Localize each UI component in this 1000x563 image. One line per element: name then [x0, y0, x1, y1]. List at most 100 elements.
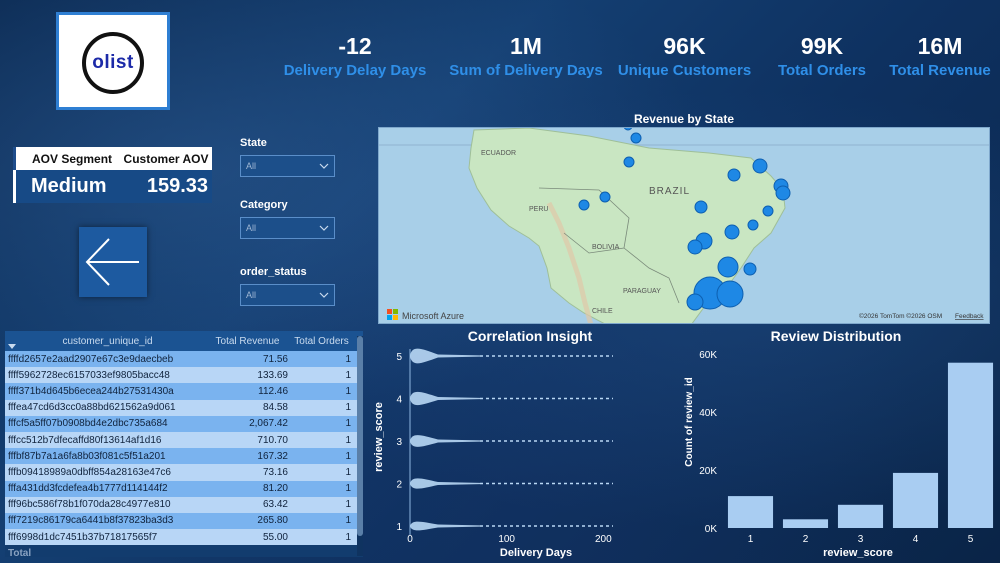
kpi-sum-delivery-days: 1M Sum of Delivery Days [442, 32, 610, 82]
cell-total-orders: 1 [345, 531, 351, 543]
table-row[interactable]: fffcc512b7dfecaffd80f13614af1d16 710.70 1 [5, 431, 363, 449]
table-row[interactable]: fff7219c86179ca6441b8f37823ba3d3 265.80 1 [5, 512, 363, 530]
kpi-delivery-delay: -12 Delivery Delay Days [276, 32, 434, 82]
total-label: Total [8, 547, 32, 557]
scrollbar-thumb[interactable] [357, 336, 363, 536]
cell-customer-id: fffbf87b7a1a6fa8b03f081c5f51a201 [8, 450, 166, 462]
kpi-value: 99K [800, 33, 844, 59]
violin-y-tick: 3 [396, 437, 402, 448]
kpi-unique-customers: 96K Unique Customers [612, 32, 757, 82]
col-total-orders[interactable]: Total Orders [292, 336, 356, 347]
state-revenue-bubble[interactable] [623, 156, 635, 168]
table-row[interactable]: fffcf5a5ff07b0908bd4e2dbc735a684 2,067.42… [5, 415, 363, 432]
col-total-revenue[interactable]: Total Revenue [207, 336, 292, 347]
filter-label: State [240, 137, 267, 149]
state-revenue-bubble[interactable] [716, 280, 744, 308]
kpi-total-revenue: 16M Total Revenue [882, 32, 998, 82]
col-customer-id[interactable]: customer_unique_id [5, 336, 207, 347]
bar[interactable] [782, 519, 829, 528]
state-revenue-bubble[interactable] [752, 158, 768, 174]
bar-y-tick: 0K [705, 524, 718, 535]
aov-card: AOV Segment Customer AOV Medium 159.33 [13, 147, 212, 205]
cell-total-orders: 1 [345, 353, 351, 365]
cell-total-orders: 1 [345, 483, 351, 495]
state-revenue-bubble[interactable] [630, 132, 642, 144]
table-row[interactable]: fffea47cd6d3cc0a88bd621562a9d061 84.58 1 [5, 399, 363, 416]
map-brand: Microsoft Azure [402, 311, 464, 321]
bar[interactable] [947, 362, 994, 528]
table-row[interactable]: fffb09418989a0dbff854a28163e47c6 73.16 1 [5, 464, 363, 481]
state-revenue-bubble[interactable] [747, 219, 759, 231]
violin-shape[interactable] [410, 348, 480, 364]
table-header: customer_unique_id Total Revenue Total O… [5, 331, 363, 351]
bar-chart-title: Review Distribution [770, 328, 902, 344]
bar-ylabel: Count of review_id [684, 377, 695, 466]
cell-total-revenue: 84.58 [262, 402, 288, 414]
select-value: All [246, 161, 257, 171]
violin-x-tick: 200 [595, 534, 612, 545]
cell-total-revenue: 710.70 [257, 434, 288, 446]
cell-customer-id: fffea47cd6d3cc0a88bd621562a9d061 [8, 402, 176, 414]
violin-shape[interactable] [410, 478, 480, 489]
kpi-value: 16M [917, 33, 963, 59]
state-revenue-bubble[interactable] [717, 256, 739, 278]
bar-y-tick: 60K [699, 350, 717, 361]
cell-total-orders: 1 [345, 369, 351, 381]
bar-x-tick: 5 [968, 534, 974, 545]
state-revenue-bubble[interactable] [727, 168, 741, 182]
state-revenue-bubble[interactable] [687, 239, 703, 255]
violin-shape[interactable] [410, 521, 480, 531]
customer-aov-header: Customer AOV [123, 151, 209, 166]
bar[interactable] [837, 504, 884, 528]
state-revenue-bubble[interactable] [762, 205, 774, 217]
violin-x-tick: 100 [498, 534, 515, 545]
state-revenue-bubble[interactable] [623, 128, 633, 131]
map-canvas: ECUADOR BRAZIL PERU BOLIVIA PARAGUAY CHI… [379, 128, 989, 323]
violin-y-tick: 5 [396, 352, 402, 363]
table-row[interactable]: fffbf87b7a1a6fa8b03f081c5f51a201 167.32 1 [5, 448, 363, 465]
state-revenue-bubble[interactable] [743, 262, 757, 276]
table-row[interactable]: ffff5962728ec6157033ef9805bacc48 133.69 1 [5, 367, 363, 384]
table-row[interactable]: fffa431dd3fcdefea4b1777d114144f2 81.20 1 [5, 480, 363, 497]
bar[interactable] [892, 472, 939, 528]
state-revenue-bubble[interactable] [694, 200, 708, 214]
table-total-row: Total [5, 545, 363, 557]
cell-total-orders: 1 [345, 466, 351, 478]
microsoft-logo-icon [387, 315, 392, 320]
cell-total-revenue: 55.00 [262, 531, 288, 543]
bar-xlabel: review_score [823, 547, 893, 559]
bar[interactable] [727, 496, 774, 528]
back-button[interactable] [79, 227, 147, 297]
logo-ring: olist [82, 32, 144, 94]
table-row[interactable]: ffff371b4d645b6ecea244b27531430a 112.46 1 [5, 383, 363, 400]
bar-x-tick: 1 [748, 534, 754, 545]
state-revenue-bubble[interactable] [775, 185, 791, 201]
violin-shape[interactable] [410, 391, 480, 406]
table-scrollbar[interactable] [357, 336, 363, 556]
cell-total-orders: 1 [345, 499, 351, 511]
order-status-select[interactable]: All [240, 284, 335, 306]
state-revenue-bubble[interactable] [599, 191, 611, 203]
state-select[interactable]: All [240, 155, 335, 177]
olist-logo: olist [56, 12, 170, 110]
table-row[interactable]: fff96bc586f78b1f070da28c4977e810 63.42 1 [5, 496, 363, 513]
sort-desc-icon[interactable] [8, 344, 16, 349]
cell-customer-id: fff7219c86179ca6441b8f37823ba3d3 [8, 515, 174, 527]
table-row[interactable]: ffffd2657e2aad2907e67c3e9daecbeb 71.56 1 [5, 351, 363, 368]
table-row[interactable]: fff6998d1dc7451b37b71817565f7 55.00 1 [5, 529, 363, 546]
cell-total-orders: 1 [345, 402, 351, 414]
cell-customer-id: fffb09418989a0dbff854a28163e47c6 [8, 466, 171, 478]
state-filter: State All [240, 137, 335, 177]
category-select[interactable]: All [240, 217, 335, 239]
state-revenue-bubble[interactable] [578, 199, 590, 211]
state-revenue-bubble[interactable] [686, 293, 704, 311]
kpi-value: 96K [663, 33, 706, 59]
state-revenue-bubble[interactable] [724, 224, 740, 240]
customer-aov-value: 159.33 [146, 175, 208, 197]
cell-total-orders: 1 [345, 450, 351, 462]
violin-shape[interactable] [410, 435, 480, 447]
map-feedback-link[interactable]: Feedback [955, 313, 984, 320]
revenue-map[interactable]: ECUADOR BRAZIL PERU BOLIVIA PARAGUAY CHI… [378, 127, 990, 324]
map-attribution: ©2026 TomTom ©2026 OSM [859, 312, 942, 320]
violin-chart: review_score Delivery Days 1 2 3 4 5 0 100 200 [373, 348, 613, 559]
